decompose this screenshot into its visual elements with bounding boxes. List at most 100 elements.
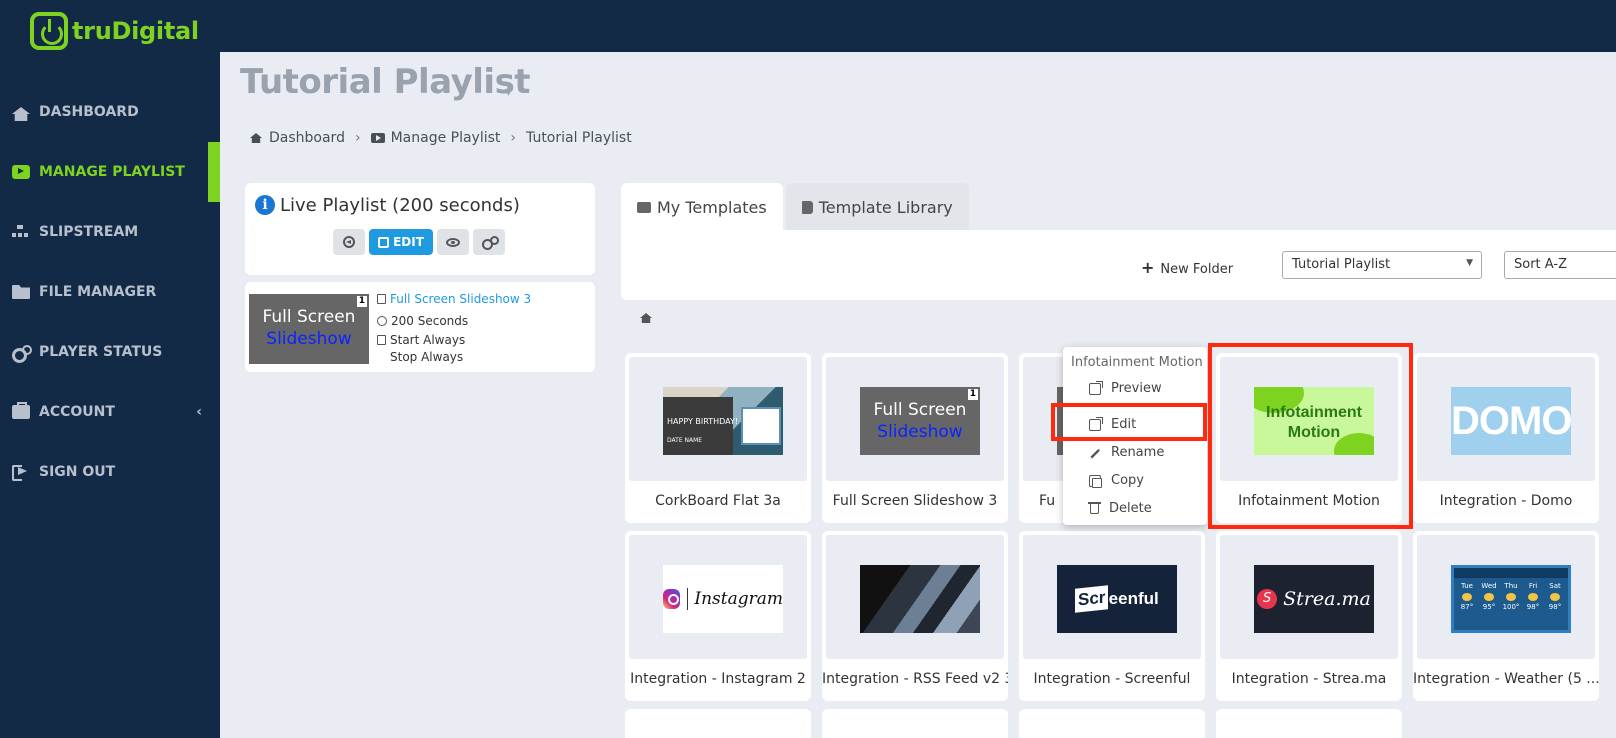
plus-icon: + xyxy=(1141,258,1155,277)
weather-header xyxy=(1454,568,1568,578)
sidebar-item-label: SIGN OUT xyxy=(39,464,116,480)
template-card-selected[interactable]: Infotainment Motion Infotainment Motion xyxy=(1216,353,1402,523)
template-card[interactable] xyxy=(1019,709,1205,738)
back-button[interactable] xyxy=(333,229,365,255)
live-playlist-panel: i Live Playlist (200 seconds) EDIT xyxy=(245,183,595,275)
home-icon[interactable] xyxy=(640,313,652,323)
weather-days: Tue 87° Wed 95° Thu 100° Fri 98° Sat 98° xyxy=(1458,582,1564,612)
menu-item-preview[interactable]: Preview xyxy=(1089,380,1162,396)
play-icon xyxy=(370,133,385,143)
sun-icon xyxy=(1550,593,1560,601)
template-card[interactable] xyxy=(822,709,1008,738)
new-folder-button[interactable]: + New Folder xyxy=(1141,258,1233,277)
sidebar-item-label: MANAGE PLAYLIST xyxy=(39,164,185,180)
playlist-item-duration: 200 Seconds xyxy=(391,314,469,328)
menu-item-copy[interactable]: Copy xyxy=(1089,473,1144,488)
live-playlist-toolbar: EDIT xyxy=(333,229,505,255)
template-card[interactable]: DOMO Integration - Domo xyxy=(1413,353,1599,523)
template-card[interactable]: Tue 87° Wed 95° Thu 100° Fri 98° Sat 98° Inte… xyxy=(1413,531,1599,701)
card-thumbnail-area: Full Screen Slideshow 1 xyxy=(826,357,1004,481)
divider xyxy=(686,588,688,610)
sidebar-item-dashboard[interactable]: DASHBOARD xyxy=(0,92,220,132)
page-title[interactable]: Tutorial Playlist xyxy=(240,62,531,102)
chevron-left-icon: ‹ xyxy=(196,404,202,420)
template-card[interactable] xyxy=(1216,709,1402,738)
thumbnail-line-1: Full Screen xyxy=(262,307,356,327)
preview-button[interactable] xyxy=(437,229,469,255)
sidebar-item-player-status[interactable]: PLAYER STATUS xyxy=(0,332,220,372)
template-card[interactable]: Scr eenful Integration - Screenful xyxy=(1019,531,1205,701)
sidebar-item-manage-playlist[interactable]: MANAGE PLAYLIST xyxy=(0,142,220,202)
weather-day: Thu 100° xyxy=(1502,582,1520,612)
playlist-item-thumbnail[interactable]: Full Screen Slideshow 1 xyxy=(249,294,369,364)
card-thumbnail-area: Tue 87° Wed 95° Thu 100° Fri 98° Sat 98° xyxy=(1417,535,1595,659)
briefcase-icon xyxy=(12,402,30,419)
tab-my-templates[interactable]: My Templates xyxy=(621,183,783,231)
card-thumbnail-area: DOMO xyxy=(1417,357,1595,481)
template-card[interactable]: Full Screen Slideshow 1 Full Screen Slid… xyxy=(822,353,1008,523)
template-card[interactable] xyxy=(625,709,811,738)
template-card[interactable]: Instagram Integration - Instagram 2 xyxy=(625,531,811,701)
thumbnail-text: Scr xyxy=(1075,585,1109,613)
playlist-item-link[interactable]: Full Screen Slideshow 3 xyxy=(390,292,531,306)
weather-temp: 100° xyxy=(1502,603,1520,611)
card-thumbnail-area xyxy=(826,535,1004,659)
sidebar-item-slipstream[interactable]: SLIPSTREAM xyxy=(0,212,220,252)
template-card[interactable]: S Strea.ma Integration - Strea.ma xyxy=(1216,531,1402,701)
template-card[interactable]: Integration - RSS Feed v2 3 xyxy=(822,531,1008,701)
template-tabs: My Templates Template Library xyxy=(621,183,969,231)
card-label: Infotainment Motion xyxy=(1238,493,1380,509)
thumbnail-text: Infotainment Motion xyxy=(1254,403,1374,443)
sidebar-item-sign-out[interactable]: SIGN OUT xyxy=(0,452,220,492)
sidebar-item-file-manager[interactable]: FILE MANAGER xyxy=(0,272,220,312)
thumbnail-panel xyxy=(663,397,733,455)
sidebar-item-label: FILE MANAGER xyxy=(39,284,157,300)
weather-day-label: Thu xyxy=(1504,582,1518,590)
sidebar-item-label: ACCOUNT xyxy=(39,404,115,420)
caret-down-icon[interactable]: ▾ xyxy=(505,84,512,100)
breadcrumb-separator: › xyxy=(510,130,517,146)
thumbnail-text: HAPPY BIRTHDAY! xyxy=(667,417,739,426)
info-icon: i xyxy=(255,195,275,215)
settings-button[interactable] xyxy=(473,229,505,255)
menu-item-edit[interactable]: Edit xyxy=(1089,416,1136,432)
card-thumbnail: Instagram xyxy=(663,565,783,633)
context-menu: Infotainment Motion Preview Edit Rename … xyxy=(1063,347,1207,525)
play-icon xyxy=(12,165,30,179)
briefcase-icon xyxy=(637,201,651,213)
card-label: Integration - Instagram 2 xyxy=(630,671,806,687)
card-label: CorkBoard Flat 3a xyxy=(655,493,781,509)
template-card[interactable]: HAPPY BIRTHDAY! DATE NAME CorkBoard Flat… xyxy=(625,353,811,523)
edit-button[interactable]: EDIT xyxy=(369,229,433,255)
tab-label: Template Library xyxy=(818,197,953,217)
thumbnail-line-1: Full Screen xyxy=(873,400,967,420)
sidebar: DASHBOARD MANAGE PLAYLIST SLIPSTREAM FIL… xyxy=(0,52,220,738)
live-playlist-title: Live Playlist (200 seconds) xyxy=(280,195,520,216)
card-thumbnail-area: S Strea.ma xyxy=(1220,535,1398,659)
weather-day: Fri 98° xyxy=(1524,582,1542,612)
tab-template-library[interactable]: Template Library xyxy=(785,183,969,231)
folder-select-value: Tutorial Playlist xyxy=(1292,257,1391,272)
sort-select[interactable]: Sort A-Z xyxy=(1504,251,1616,279)
card-thumbnail: HAPPY BIRTHDAY! DATE NAME xyxy=(663,387,783,455)
top-bar: truDigital xyxy=(0,0,1616,52)
weather-temp: 87° xyxy=(1460,603,1474,611)
breadcrumb-dashboard[interactable]: Dashboard xyxy=(269,130,345,146)
thumbnail-line-1: Infotainment xyxy=(1266,404,1362,421)
folder-select[interactable]: Tutorial Playlist ▼ xyxy=(1282,251,1482,279)
sun-icon xyxy=(1528,593,1538,601)
card-label: Integration - Screenful xyxy=(1033,671,1191,687)
weather-day: Tue 87° xyxy=(1458,582,1476,612)
logo[interactable]: truDigital xyxy=(30,12,199,50)
menu-item-rename[interactable]: Rename xyxy=(1089,445,1164,460)
calendar-icon xyxy=(377,335,386,345)
power-icon xyxy=(30,12,68,50)
breadcrumb-separator: › xyxy=(354,130,361,146)
breadcrumb-manage-playlist[interactable]: Manage Playlist xyxy=(391,130,501,146)
card-thumbnail: DOMO xyxy=(1451,387,1572,455)
thumbnail-line-2: Slideshow xyxy=(266,329,352,349)
thumbnail-text: Strea.ma xyxy=(1283,588,1371,610)
sidebar-item-account[interactable]: ACCOUNT ‹ xyxy=(0,392,220,432)
menu-item-delete[interactable]: Delete xyxy=(1088,501,1152,516)
weather-temp: 98° xyxy=(1548,603,1562,611)
